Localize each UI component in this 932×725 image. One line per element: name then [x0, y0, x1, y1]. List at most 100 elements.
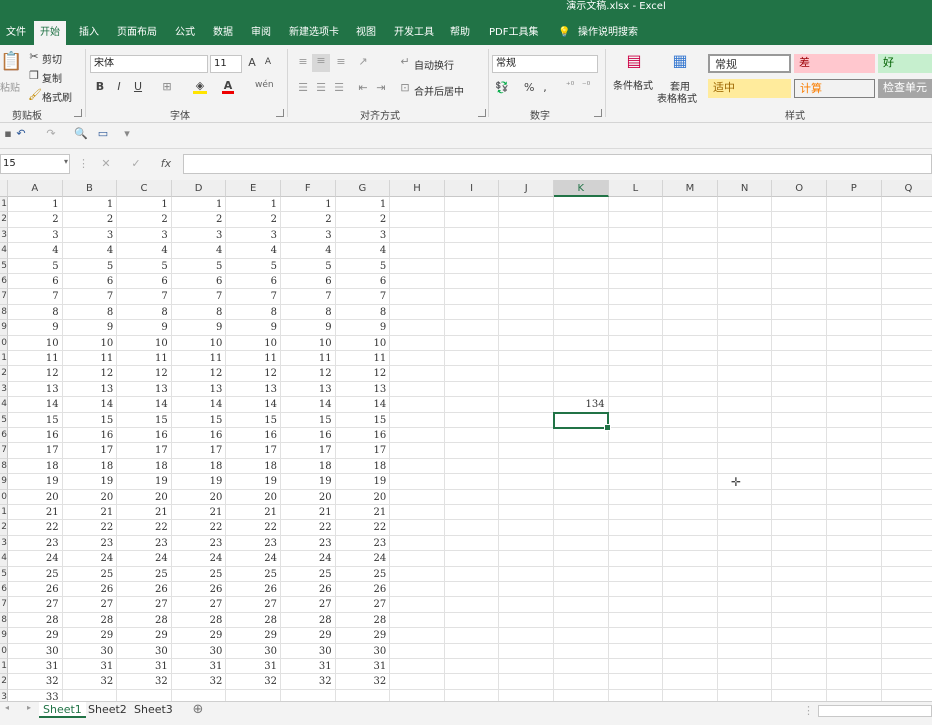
table-cell[interactable]: 17 — [63, 443, 118, 458]
table-cell[interactable]: 18 — [63, 459, 118, 474]
copy-icon[interactable]: ❐ — [28, 69, 40, 82]
table-cell[interactable]: 11 — [336, 351, 391, 366]
table-cell[interactable]: 31 — [117, 659, 172, 674]
table-cell[interactable]: 1 — [172, 197, 227, 212]
table-cell[interactable]: 1 — [336, 197, 391, 212]
format-painter-icon[interactable]: 🖌 — [28, 88, 42, 101]
table-cell[interactable]: 24 — [172, 551, 227, 566]
table-cell[interactable]: 13 — [117, 382, 172, 397]
align-right-icon[interactable]: ☰ — [332, 81, 346, 94]
table-cell[interactable]: 5 — [281, 259, 336, 274]
conditional-format-icon[interactable]: ▤ — [624, 51, 644, 73]
number-format-select[interactable]: 常规 — [492, 55, 598, 73]
table-cell[interactable]: 11 — [117, 351, 172, 366]
decrease-decimal-icon[interactable]: ⁻⁰ — [580, 81, 592, 91]
shrink-font-icon[interactable]: A — [262, 57, 274, 67]
table-cell[interactable]: 13 — [336, 382, 391, 397]
row-header[interactable]: 4 — [0, 397, 8, 413]
tab-formulas[interactable]: 公式 — [169, 21, 201, 45]
table-cell[interactable]: 8 — [172, 305, 227, 320]
active-cell[interactable] — [553, 411, 611, 432]
row-header[interactable]: 3 — [0, 689, 8, 701]
table-cell[interactable]: 32 — [281, 674, 336, 689]
table-cell[interactable]: 10 — [172, 336, 227, 351]
table-cell[interactable]: 4 — [226, 243, 281, 258]
table-cell[interactable]: 14 — [8, 397, 63, 412]
row-header[interactable]: 9 — [0, 474, 8, 490]
table-cell[interactable]: 17 — [336, 443, 391, 458]
column-header[interactable]: N — [717, 180, 773, 197]
table-cell[interactable]: 12 — [281, 366, 336, 381]
table-cell[interactable]: 3 — [117, 228, 172, 243]
table-cell[interactable]: 26 — [336, 582, 391, 597]
add-sheet-button[interactable]: ⊕ — [190, 702, 206, 717]
table-cell[interactable]: 30 — [172, 644, 227, 659]
table-cell[interactable]: 29 — [172, 628, 227, 643]
table-cell[interactable]: 24 — [281, 551, 336, 566]
tab-split-grip-icon[interactable]: ⋮ — [803, 704, 814, 717]
font-size-select[interactable]: 11 — [210, 55, 242, 73]
font-name-select[interactable]: 宋体 — [90, 55, 208, 73]
increase-indent-icon[interactable]: ⇥ — [374, 81, 388, 94]
merge-center-button[interactable]: 合并后居中 — [414, 83, 464, 98]
style-check-cell[interactable]: 检查单元 — [878, 79, 932, 98]
fill-color-icon[interactable]: ◈ — [193, 80, 207, 94]
table-cell[interactable]: 6 — [336, 274, 391, 289]
table-cell[interactable]: 15 — [281, 413, 336, 428]
sheet-tab-3[interactable]: Sheet3 — [130, 702, 177, 718]
table-cell[interactable]: 9 — [281, 320, 336, 335]
table-cell[interactable]: 21 — [172, 505, 227, 520]
table-cell[interactable]: 1 — [117, 197, 172, 212]
row-header[interactable]: 7 — [0, 443, 8, 459]
table-cell[interactable]: 29 — [281, 628, 336, 643]
table-cell[interactable]: 28 — [226, 613, 281, 628]
formula-input[interactable] — [183, 154, 932, 174]
table-cell[interactable]: 17 — [281, 443, 336, 458]
table-cell[interactable]: 10 — [8, 336, 63, 351]
table-cell[interactable]: 8 — [281, 305, 336, 320]
table-cell[interactable]: 23 — [63, 536, 118, 551]
table-cell[interactable]: 19 — [226, 474, 281, 489]
row-header[interactable]: 2 — [0, 674, 8, 690]
row-header[interactable]: 7 — [0, 597, 8, 613]
table-cell[interactable]: 32 — [172, 674, 227, 689]
table-cell[interactable]: 9 — [336, 320, 391, 335]
table-cell[interactable]: 8 — [226, 305, 281, 320]
table-cell[interactable]: 27 — [281, 597, 336, 612]
table-cell[interactable]: 31 — [226, 659, 281, 674]
table-cell[interactable]: 13 — [226, 382, 281, 397]
table-cell[interactable]: 10 — [336, 336, 391, 351]
paste-button[interactable]: 粘贴 — [0, 79, 20, 94]
table-cell[interactable]: 15 — [8, 413, 63, 428]
table-cell[interactable]: 15 — [336, 413, 391, 428]
table-cell[interactable]: 28 — [8, 613, 63, 628]
row-header[interactable]: 0 — [0, 489, 8, 505]
spreadsheet-grid[interactable]: ABCDEFGHIJKLMNOPQ11111111222222223333333… — [0, 180, 932, 701]
table-cell[interactable]: 27 — [117, 597, 172, 612]
table-cell[interactable]: 20 — [336, 490, 391, 505]
table-cell[interactable]: 17 — [117, 443, 172, 458]
table-cell[interactable]: 14 — [63, 397, 118, 412]
table-cell[interactable]: 9 — [117, 320, 172, 335]
copy-button[interactable]: 复制 — [42, 70, 62, 85]
format-table-line2[interactable]: 表格格式 — [657, 90, 697, 105]
table-cell[interactable]: 7 — [226, 289, 281, 304]
table-cell[interactable]: 14 — [336, 397, 391, 412]
table-cell[interactable]: 30 — [63, 644, 118, 659]
table-cell[interactable]: 27 — [8, 597, 63, 612]
orientation-icon[interactable]: ↗ — [356, 55, 370, 68]
table-cell[interactable]: 4 — [63, 243, 118, 258]
table-cell[interactable]: 14 — [172, 397, 227, 412]
column-header[interactable]: Q — [881, 180, 932, 197]
table-cell[interactable]: 3 — [281, 228, 336, 243]
merge-icon[interactable]: ⊡ — [398, 81, 412, 94]
table-cell[interactable]: 11 — [281, 351, 336, 366]
table-cell[interactable]: 28 — [172, 613, 227, 628]
column-header[interactable]: E — [226, 180, 281, 197]
row-header[interactable]: 4 — [0, 551, 8, 567]
table-cell[interactable]: 23 — [281, 536, 336, 551]
grow-font-icon[interactable]: A — [246, 56, 258, 69]
column-header[interactable]: A — [8, 180, 63, 197]
row-header[interactable]: 3 — [0, 535, 8, 552]
table-cell[interactable]: 29 — [117, 628, 172, 643]
